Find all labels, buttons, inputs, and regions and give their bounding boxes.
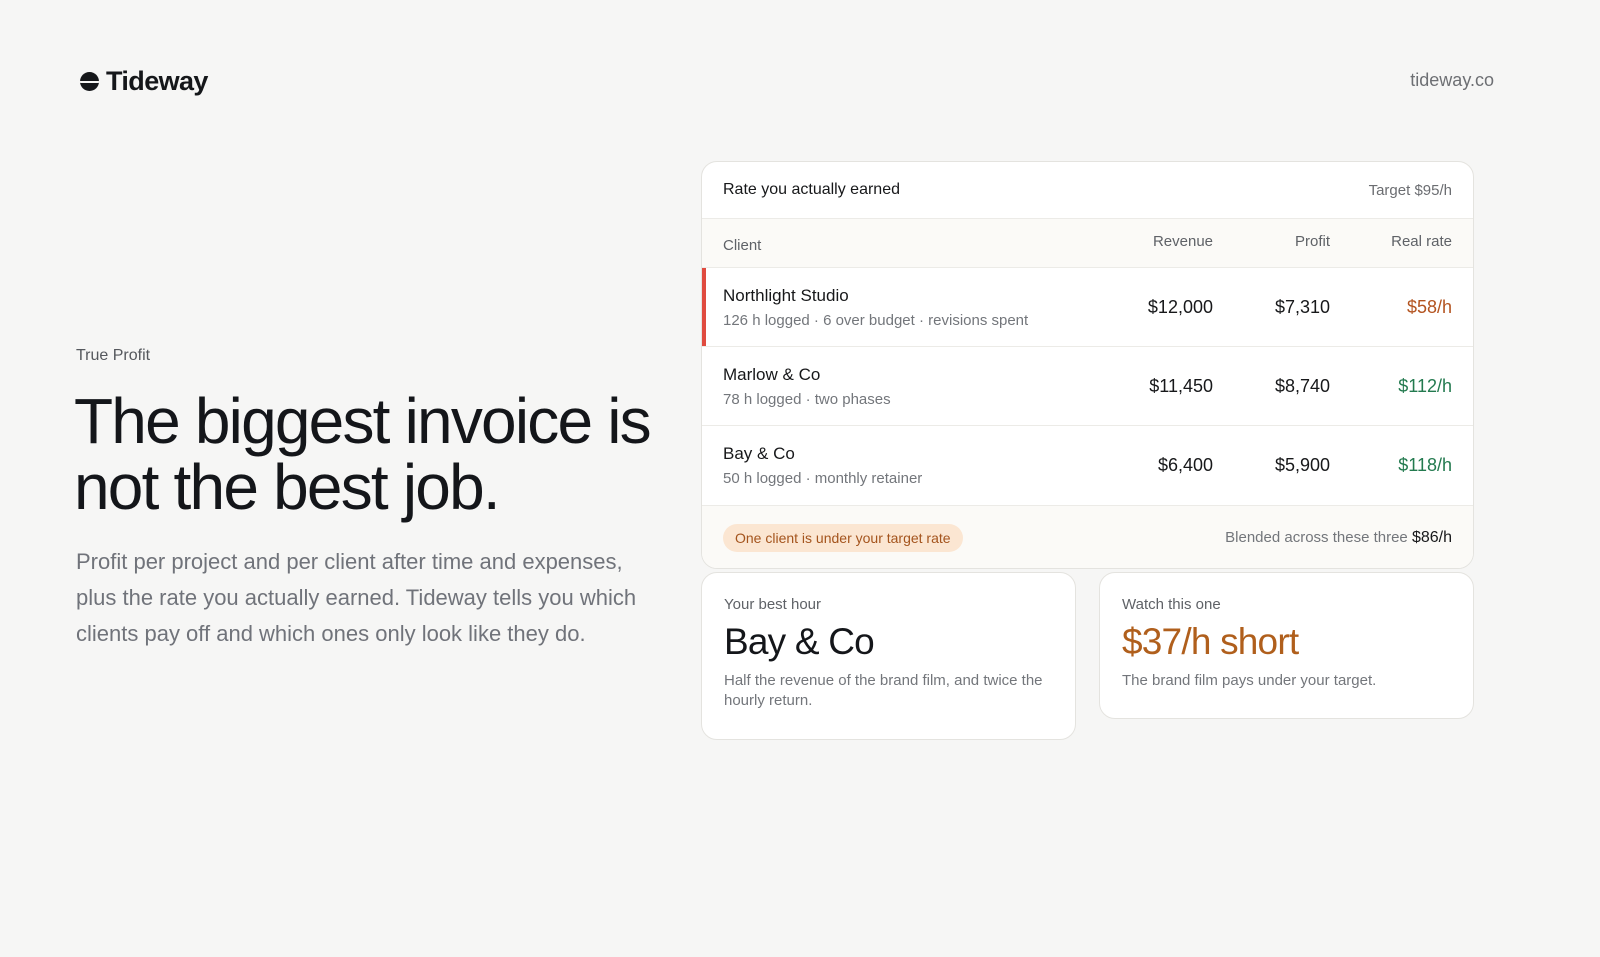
profit-value: $8,740: [1274, 375, 1330, 396]
watch-value: $37/h short: [1122, 621, 1299, 662]
blended-rate-value: $86/h: [1411, 528, 1452, 546]
under-target-badge: One client is under your target rate: [723, 523, 963, 552]
client-cell: Marlow & Co 78 h logged · two phases: [723, 365, 1093, 408]
table-row[interactable]: Bay & Co 50 h logged · monthly retainer …: [702, 426, 1473, 505]
real-rate-value: $118/h: [1398, 455, 1452, 475]
hero-headline: The biggest invoice is not the best job.: [74, 385, 652, 523]
landing-page: Tideway tideway.co True Profit The bigge…: [0, 0, 1600, 957]
real-rate-value: $58/h: [1406, 296, 1452, 317]
client-name: Marlow & Co: [723, 364, 821, 384]
tideway-logo-icon: [80, 72, 99, 91]
best-hour-card: Your best hour Bay & Co Half the revenue…: [701, 572, 1076, 740]
client-cell: Bay & Co 50 h logged · monthly retainer: [723, 444, 1093, 487]
hero-description: Profit per project and per client after …: [76, 549, 637, 646]
brand-logo[interactable]: Tideway: [80, 66, 208, 97]
client-cell: Northlight Studio 126 h logged · 6 over …: [723, 286, 1093, 329]
profit-value: $7,310: [1274, 296, 1330, 317]
revenue-value: $12,000: [1147, 296, 1213, 317]
revenue-value: $6,400: [1157, 455, 1213, 475]
table-header: Client Revenue Profit Real rate: [702, 219, 1473, 268]
rate-earned-card: Rate you actually earned Target $95/h Cl…: [701, 161, 1474, 569]
table-row[interactable]: Northlight Studio 126 h logged · 6 over …: [702, 268, 1473, 347]
watch-label: Watch this one: [1122, 596, 1221, 613]
blended-rate: Blended across these three $86/h: [1225, 529, 1452, 547]
client-name: Northlight Studio: [723, 285, 849, 305]
column-client: Client: [723, 237, 762, 254]
card-title: Rate you actually earned: [723, 181, 900, 198]
revenue-value: $11,450: [1149, 375, 1213, 396]
watch-card: Watch this one $37/h short The brand fil…: [1099, 572, 1474, 719]
section-eyebrow: True Profit: [76, 347, 151, 364]
best-hour-description: Half the revenue of the brand film, and …: [724, 672, 1043, 709]
card-header: Rate you actually earned Target $95/h: [702, 162, 1473, 219]
client-meta: 78 h logged · two phases: [723, 390, 891, 408]
column-revenue: Revenue: [1152, 233, 1213, 250]
card-footer: One client is under your target rate Ble…: [702, 505, 1473, 568]
table-row[interactable]: Marlow & Co 78 h logged · two phases $11…: [702, 347, 1473, 426]
client-meta: 126 h logged · 6 over budget · revisions…: [723, 311, 1029, 329]
watch-description: The brand film pays under your target.: [1122, 672, 1377, 689]
client-meta: 50 h logged · monthly retainer: [723, 470, 923, 487]
blended-rate-label: Blended across these three: [1225, 528, 1408, 546]
column-profit: Profit: [1294, 233, 1330, 250]
site-link[interactable]: tideway.co: [1410, 70, 1494, 91]
column-real-rate: Real rate: [1391, 233, 1452, 250]
brand-name: Tideway: [106, 66, 208, 96]
best-hour-value: Bay & Co: [724, 621, 875, 662]
best-hour-label: Your best hour: [724, 596, 822, 613]
target-rate: Target $95/h: [1368, 181, 1452, 199]
profit-value: $5,900: [1274, 455, 1330, 475]
real-rate-value: $112/h: [1398, 375, 1452, 396]
client-name: Bay & Co: [723, 444, 795, 463]
